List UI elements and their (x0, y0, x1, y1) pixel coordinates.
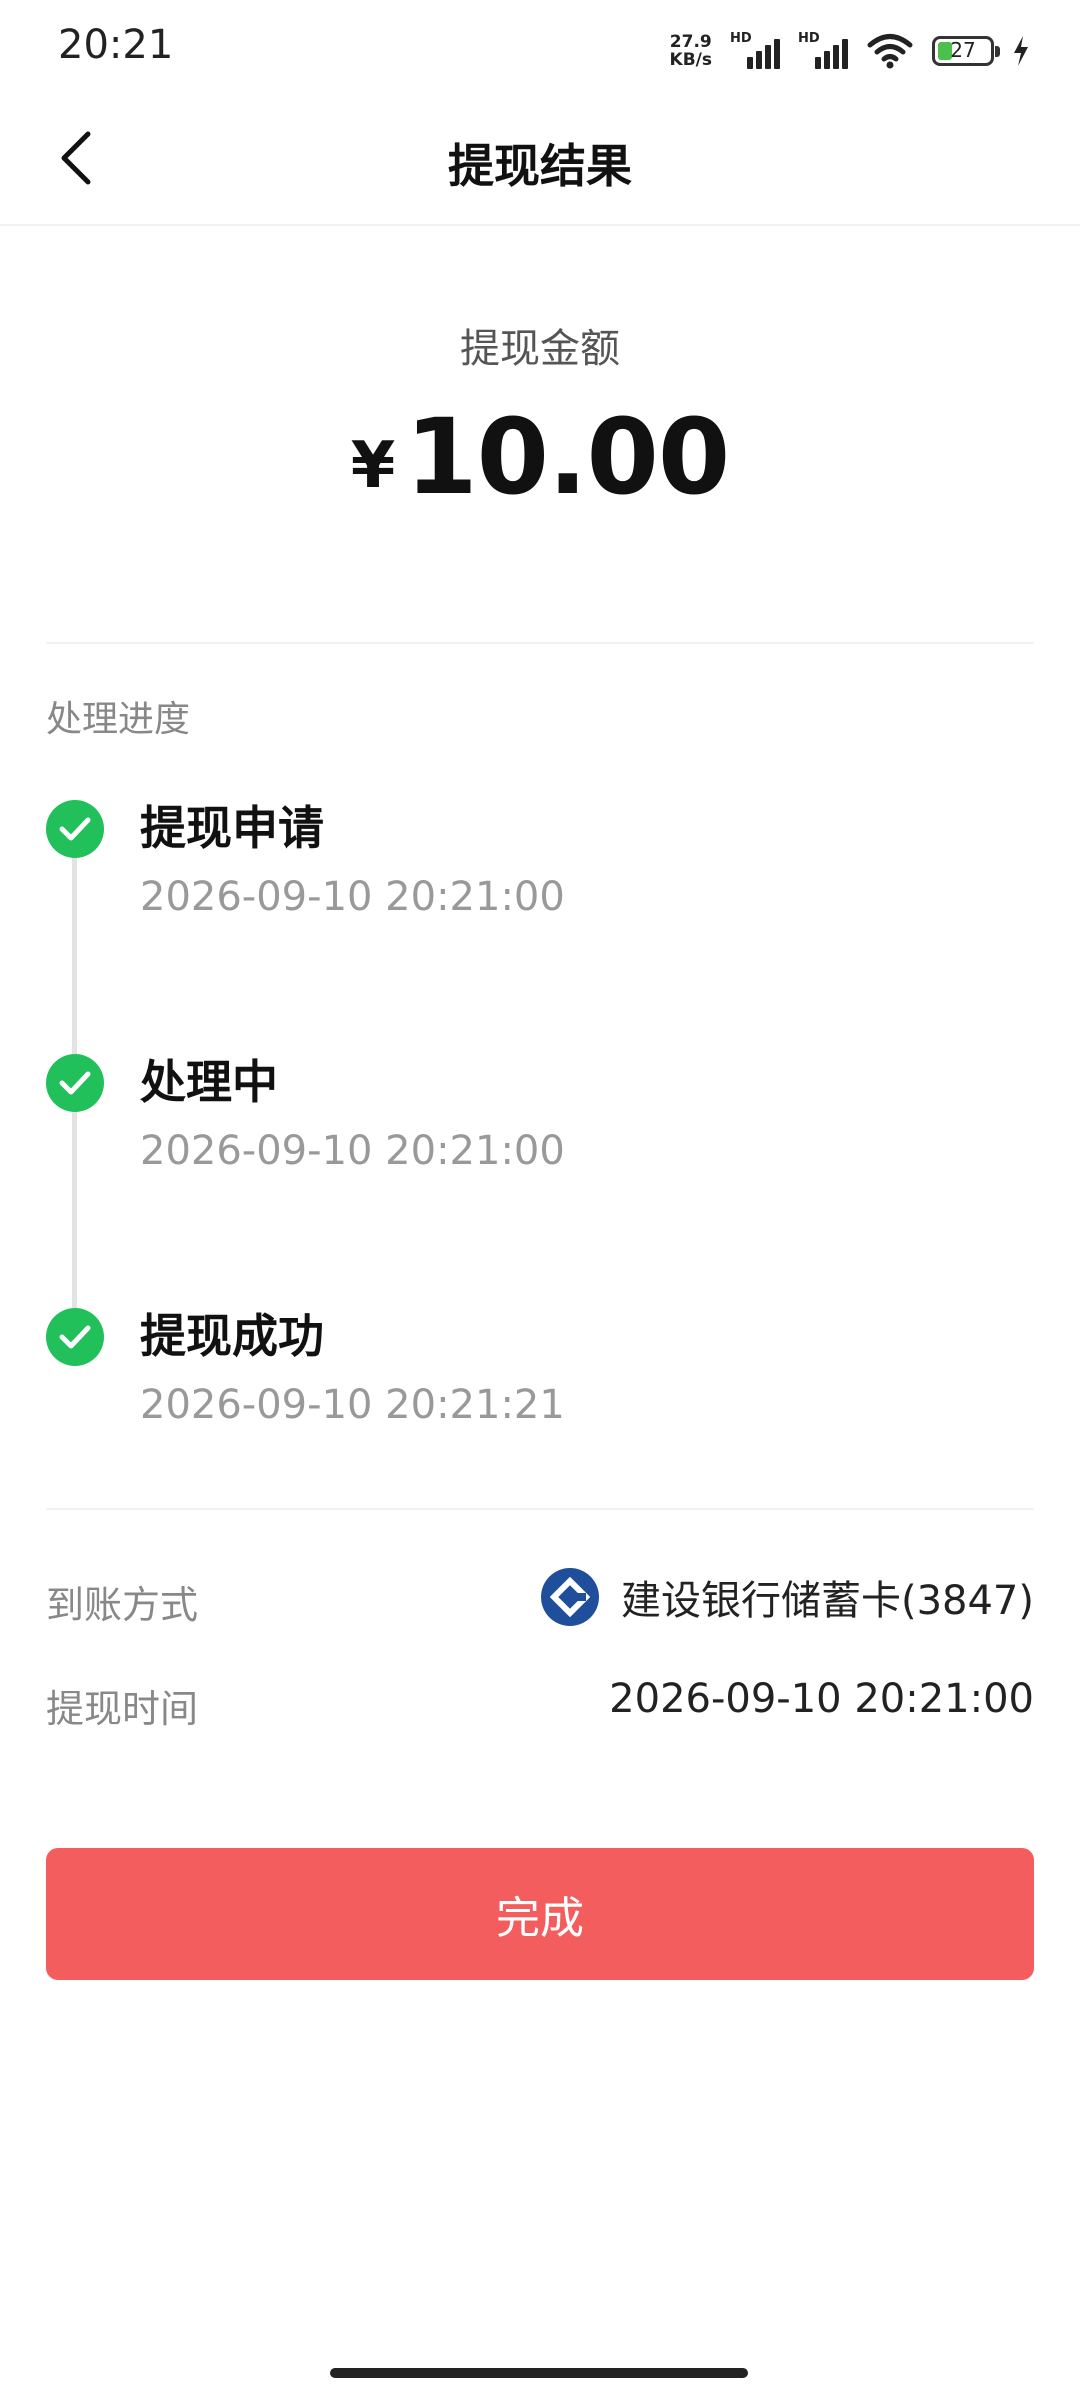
amount-value: 10.00 (405, 396, 730, 518)
network-speed-unit: KB/s (669, 50, 712, 70)
step-time: 2026-09-10 20:21:00 (140, 874, 565, 920)
amount: ¥10.00 (0, 396, 1080, 518)
network-speed: 27.9 KB/s (670, 33, 712, 69)
step-time: 2026-09-10 20:21:21 (140, 1382, 565, 1428)
battery-level: 27 (950, 38, 976, 62)
battery-icon: 27 (932, 36, 1000, 66)
status-indicators: 27.9 KB/s HD HD 27 (670, 28, 1030, 74)
method-value: 建设银行储蓄卡(3847) (540, 1568, 1034, 1626)
progress-step: 处理中 2026-09-10 20:21:00 (46, 1054, 1026, 1194)
wifi-icon (867, 34, 913, 69)
check-circle-icon (46, 800, 104, 858)
signal-sim1-icon: HD (730, 31, 780, 71)
done-button[interactable]: 完成 (46, 1848, 1034, 1980)
bank-card-name: 建设银行储蓄卡(3847) (620, 1578, 1034, 1624)
amount-label: 提现金额 (460, 326, 620, 372)
progress-title: 处理进度 (46, 699, 191, 740)
divider (46, 642, 1034, 644)
step-title: 提现申请 (140, 801, 324, 855)
divider (46, 1508, 1034, 1510)
progress-step: 提现成功 2026-09-10 20:21:21 (46, 1308, 1026, 1448)
home-indicator[interactable] (330, 2368, 748, 2378)
step-title: 处理中 (140, 1055, 278, 1109)
currency-symbol: ¥ (350, 429, 396, 503)
withdraw-result-screen: 20:21 27.9 KB/s HD HD 27 提现结果 提现金额 ¥10.0… (0, 0, 1080, 2400)
signal-sim2-icon: HD (798, 31, 848, 71)
withdraw-time-value: 2026-09-10 20:21:00 (609, 1676, 1034, 1722)
check-circle-icon (46, 1054, 104, 1112)
nav-bar: 提现结果 (0, 100, 1080, 226)
check-circle-icon (46, 1308, 104, 1366)
page-title: 提现结果 (448, 139, 632, 193)
network-speed-value: 27.9 (669, 32, 712, 52)
step-time: 2026-09-10 20:21:00 (140, 1128, 565, 1174)
ccb-bank-logo-icon (540, 1568, 599, 1626)
step-title: 提现成功 (140, 1309, 324, 1363)
withdraw-time-label: 提现时间 (46, 1687, 199, 1731)
method-label: 到账方式 (46, 1583, 199, 1627)
status-time: 20:21 (58, 22, 174, 68)
status-bar: 20:21 27.9 KB/s HD HD 27 (0, 0, 1080, 100)
progress-step: 提现申请 2026-09-10 20:21:00 (46, 800, 1026, 940)
charging-icon (1014, 36, 1028, 66)
